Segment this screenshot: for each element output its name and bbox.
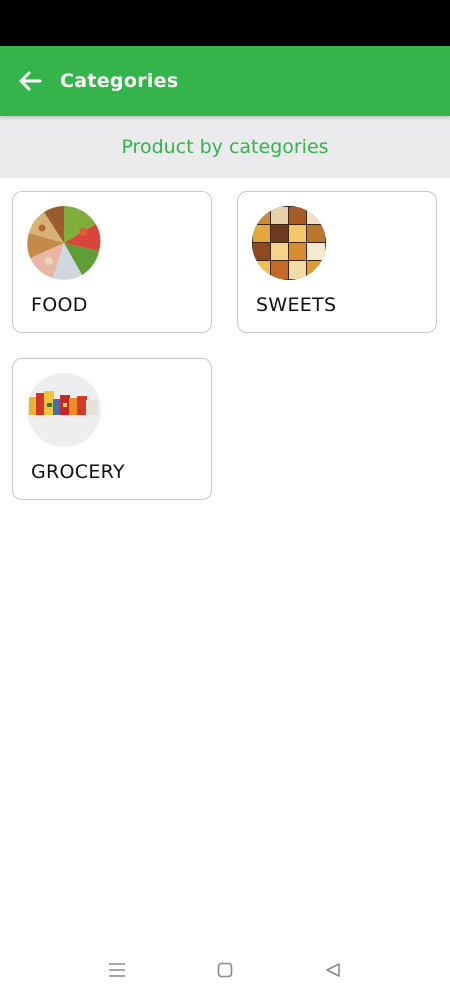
sweets-collage-image — [252, 206, 326, 280]
arrow-left-icon — [19, 71, 42, 91]
app-bar: Categories — [0, 46, 450, 116]
category-label: GROCERY — [31, 461, 125, 483]
back-nav-button[interactable] — [319, 956, 347, 984]
category-label: FOOD — [31, 294, 88, 316]
home-icon — [217, 962, 233, 978]
category-card-sweets[interactable]: SWEETS — [237, 191, 437, 333]
system-nav-bar — [0, 940, 450, 1000]
food-platter-image — [27, 206, 101, 280]
menu-icon — [109, 963, 125, 977]
back-triangle-icon — [326, 963, 340, 977]
category-label: SWEETS — [256, 294, 337, 316]
home-button[interactable] — [211, 956, 239, 984]
status-bar — [0, 0, 450, 46]
back-button[interactable] — [0, 46, 60, 116]
subheader-text: Product by categories — [121, 136, 329, 158]
grocery-packages-image — [27, 373, 101, 447]
subheader: Product by categories — [0, 116, 450, 178]
category-card-food[interactable]: FOOD — [12, 191, 212, 333]
category-card-grocery[interactable]: GROCERY — [12, 358, 212, 500]
page-title: Categories — [60, 70, 179, 92]
menu-button[interactable] — [103, 956, 131, 984]
